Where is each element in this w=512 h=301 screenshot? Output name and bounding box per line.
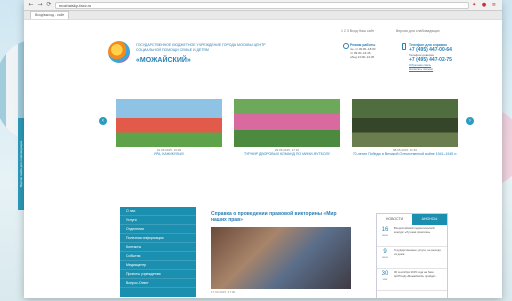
menu-item-projects[interactable]: Проекты учреждения [120,270,196,279]
news-text[interactable]: Государственные услуги, не выходя из дом… [394,248,444,266]
news-month: мая [382,278,388,281]
menu-item-useful-info[interactable]: Полезная информация [120,234,196,243]
menu-item-services[interactable]: Услуги [120,216,196,225]
working-hours: Режим работы пн–чт 09:00–18:00 пт 09:00–… [340,43,400,59]
article-photo[interactable] [211,227,351,289]
news-text[interactable]: 30 сентября 2015 года на базе ЦСПСиД «Мо… [394,270,444,288]
news-tabs: НОВОСТИ АНОНСЫ [377,214,447,225]
article-date: 17.03.2015, 17:00 [211,290,236,294]
low-vision-link[interactable]: Версия для слабовидящих [396,29,440,33]
browser-tab[interactable]: Вход/выход - сайт [30,11,70,19]
browser-window: ← → ⟳ mozhaisky-faxc.ru ✦ ● ≡ Вход/выход… [24,0,502,298]
forward-icon[interactable]: → [37,2,43,8]
news-text[interactable]: Всероссийский педагогический конкурс «Лу… [394,226,444,244]
org-name[interactable]: «МОЖАЙСКИЙ» [136,57,191,64]
tab-news[interactable]: НОВОСТИ [377,214,412,225]
news-item[interactable]: 16 июня Всероссийский педагогический конк… [377,225,447,247]
slider-prev-button[interactable]: ‹ [99,117,107,125]
news-item[interactable]: 30 мая 30 сентября 2015 года на базе ЦСПС… [377,269,447,291]
top-links[interactable]: 1 2 3 Вход Наш сайт [341,29,374,33]
slide-title[interactable]: ТУРНИР ДВОРОВЫХ КОМАНД ПО МИНИ-ФУТБОЛУ [234,152,340,156]
article-title[interactable]: Справка о проведении правовой викторины … [211,211,351,223]
slide-title[interactable]: 70-летие Победы в Великой Отечественной … [352,152,458,156]
address-bar[interactable]: mozhaisky-faxc.ru [55,1,470,9]
photo-slider: 01.06.2015, 16:26 УРА, КАНИКУЛЫ!!! 29.05… [108,99,463,156]
menu-item-faq[interactable]: Вопрос-Ответ [120,279,196,288]
news-day-number: 30 [381,271,389,277]
main-menu: О нас Услуги Отделения Полезная информац… [120,207,196,297]
browser-tools-icons[interactable]: ✦ ● ≡ [472,2,498,8]
browser-toolbar: ← → ⟳ mozhaisky-faxc.ru ✦ ● ≡ [24,0,502,11]
menu-item-events[interactable]: События [120,252,196,261]
news-day-number: 16 [381,227,389,233]
tab-announcements[interactable]: АНОНСЫ [412,214,447,225]
slide[interactable]: 01.06.2015, 16:26 УРА, КАНИКУЛЫ!!! [116,99,222,156]
news-widget: НОВОСТИ АНОНСЫ 16 июня Всероссийский педа… [376,213,448,298]
slide-photo [352,99,458,147]
news-item[interactable]: 9 июня Государственные услуги, не выходя … [377,247,447,269]
web-page: Государственное бюджетное учреждение гор… [96,21,478,298]
news-month: июня [381,234,388,237]
menu-item-departments[interactable]: Отделения [120,225,196,234]
news-month: июня [381,256,388,259]
news-day: 30 мая [380,271,390,288]
slide-photo [116,99,222,147]
menu-item-contacts[interactable]: Контакты [120,243,196,252]
tab-strip: Вход/выход - сайт [24,11,502,20]
slide-photo [234,99,340,147]
menu-item-media[interactable]: Медиацентр [120,261,196,270]
reload-icon[interactable]: ⟳ [46,2,52,8]
menu-item-about[interactable]: О нас [120,207,196,216]
news-day: 16 июня [380,227,390,244]
slide-title[interactable]: УРА, КАНИКУЛЫ!!! [116,152,222,156]
news-day: 9 июня [380,249,390,266]
slider-next-button[interactable]: › [466,117,474,125]
hours-line: обед 13:00–13:45 [350,55,375,59]
slide[interactable]: 29.05.2015, 17:10 ТУРНИР ДВОРОВЫХ КОМАНД… [234,99,340,156]
write-letter-link[interactable]: Написать письмо [409,67,469,71]
slide[interactable]: 08.05.2015, 11:30 70-летие Победы в Вели… [352,99,458,156]
news-day-number: 9 [383,249,387,255]
back-icon[interactable]: ← [28,2,34,8]
phones-block: Телефон для справок +7 (495) 447-00-64 Т… [409,43,469,71]
org-description: Государственное бюджетное учреждение гор… [136,43,266,52]
phone-icon [402,43,406,50]
logo-icon[interactable] [108,41,130,63]
